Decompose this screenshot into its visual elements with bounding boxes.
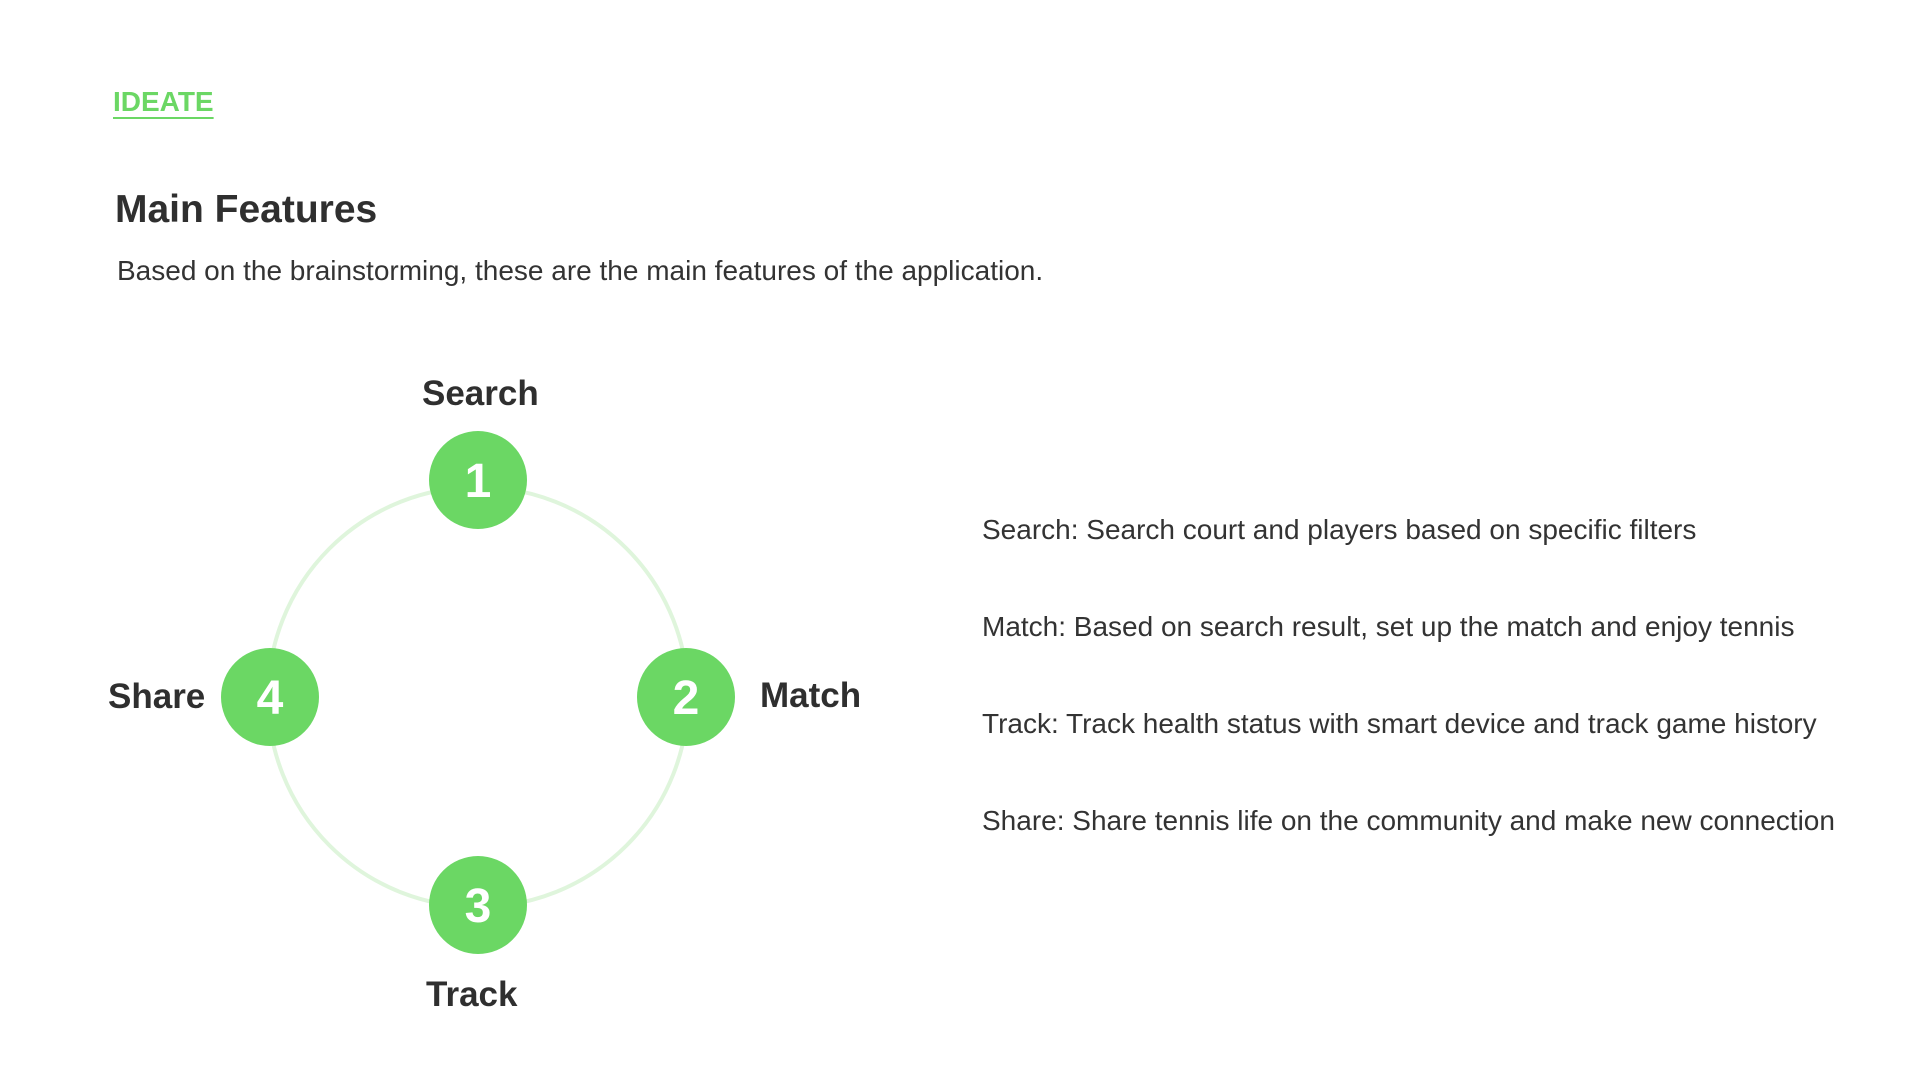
node-match: 2: [637, 648, 735, 746]
node-label-search: Search: [422, 374, 539, 413]
feature-item-share: Share: Share tennis life on the communit…: [982, 805, 1835, 836]
node-label-track: Track: [426, 975, 518, 1014]
node-label-match: Match: [760, 676, 862, 715]
feature-item-search: Search: Search court and players based o…: [982, 514, 1697, 545]
node-number-search: 1: [465, 455, 492, 508]
feature-item-match: Match: Based on search result, set up th…: [982, 611, 1795, 642]
slide: IDEATE Main Features Based on the brains…: [0, 0, 1920, 1080]
node-search: 1: [429, 431, 527, 529]
node-number-track: 3: [465, 880, 492, 933]
node-number-share: 4: [257, 672, 284, 725]
node-number-match: 2: [673, 672, 700, 725]
feature-list: Search: Search court and players based o…: [982, 512, 1902, 900]
node-track: 3: [429, 856, 527, 954]
feature-item-track: Track: Track health status with smart de…: [982, 708, 1817, 739]
node-share: 4: [221, 648, 319, 746]
node-label-share: Share: [108, 677, 206, 716]
cycle-ring: [266, 485, 690, 909]
